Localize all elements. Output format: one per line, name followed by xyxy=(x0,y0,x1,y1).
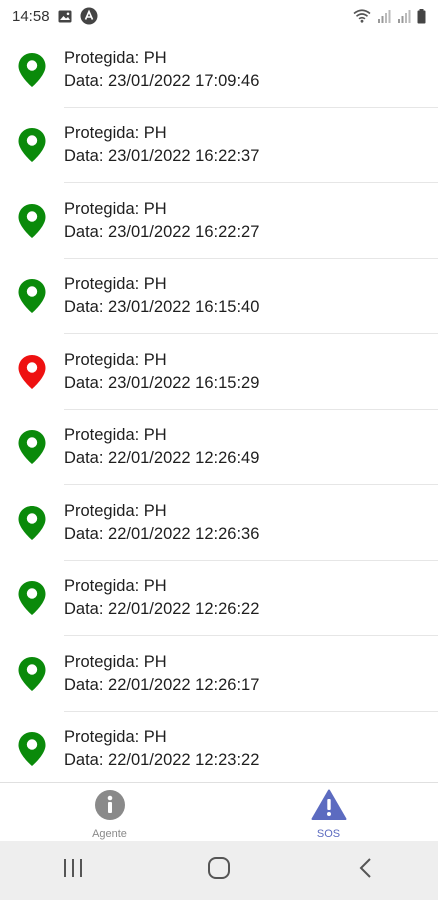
list-item[interactable]: Protegida: PH Data: 22/01/2022 12:26:17 xyxy=(0,636,438,712)
location-pin-icon xyxy=(17,429,47,465)
event-date-label: Data: 22/01/2022 12:26:36 xyxy=(64,524,260,543)
signal-icon xyxy=(377,9,391,23)
event-date-label: Data: 23/01/2022 16:22:37 xyxy=(64,147,260,166)
status-time: 14:58 xyxy=(12,7,50,25)
list-item[interactable]: Protegida: PH Data: 23/01/2022 16:15:29 xyxy=(0,334,438,410)
location-pin-icon xyxy=(17,52,47,88)
event-date-label: Data: 22/01/2022 12:26:49 xyxy=(64,449,260,468)
event-protected-label: Protegida: PH xyxy=(64,728,167,747)
event-text: Protegida: PH Data: 23/01/2022 16:15:29 xyxy=(64,349,259,395)
image-icon xyxy=(58,10,72,23)
event-protected-label: Protegida: PH xyxy=(64,577,167,596)
location-pin-icon xyxy=(17,278,47,314)
event-protected-label: Protegida: PH xyxy=(64,350,167,369)
nav-label-agente: Agente xyxy=(92,828,127,840)
list-item[interactable]: Protegida: PH Data: 22/01/2022 12:26:36 xyxy=(0,485,438,561)
event-text: Protegida: PH Data: 23/01/2022 16:22:27 xyxy=(64,198,259,244)
event-protected-label: Protegida: PH xyxy=(64,652,167,671)
event-protected-label: Protegida: PH xyxy=(64,275,167,294)
recents-button[interactable] xyxy=(43,851,103,891)
system-nav-bar xyxy=(0,841,438,900)
event-text: Protegida: PH Data: 22/01/2022 12:23:22 xyxy=(64,726,259,772)
info-icon xyxy=(94,789,126,826)
event-protected-label: Protegida: PH xyxy=(64,48,167,67)
location-pin-icon xyxy=(17,731,47,767)
location-pin-icon xyxy=(17,505,47,541)
list-item[interactable]: Protegida: PH Data: 22/01/2022 12:26:49 xyxy=(0,410,438,485)
signal-icon xyxy=(397,9,411,23)
nav-tab-agente[interactable]: Agente xyxy=(0,783,219,842)
home-icon xyxy=(207,856,231,885)
status-right xyxy=(353,8,426,24)
recents-icon xyxy=(62,858,84,883)
event-date-label: Data: 23/01/2022 16:15:29 xyxy=(64,373,260,392)
nav-label-sos: SOS xyxy=(316,828,341,840)
location-pin-icon xyxy=(17,354,47,390)
event-text: Protegida: PH Data: 23/01/2022 16:22:37 xyxy=(64,122,259,168)
warning-icon xyxy=(311,789,347,826)
wifi-icon xyxy=(353,9,371,23)
home-button[interactable] xyxy=(189,851,249,891)
event-text: Protegida: PH Data: 22/01/2022 12:26:22 xyxy=(64,575,259,621)
status-left: 14:58 xyxy=(12,7,98,25)
status-bar: 14:58 xyxy=(0,0,438,32)
event-date-label: Data: 23/01/2022 17:09:46 xyxy=(64,71,260,90)
event-date-label: Data: 23/01/2022 16:15:40 xyxy=(64,298,260,317)
event-protected-label: Protegida: PH xyxy=(64,426,167,445)
event-protected-label: Protegida: PH xyxy=(64,501,167,520)
event-text: Protegida: PH Data: 22/01/2022 12:26:36 xyxy=(64,500,259,546)
event-text: Protegida: PH Data: 23/01/2022 17:09:46 xyxy=(64,47,259,93)
list-item[interactable]: Protegida: PH Data: 23/01/2022 16:15:40 xyxy=(0,259,438,334)
event-protected-label: Protegida: PH xyxy=(64,199,167,218)
location-pin-icon xyxy=(17,203,47,239)
event-date-label: Data: 22/01/2022 12:23:22 xyxy=(64,751,260,770)
back-button[interactable] xyxy=(335,851,395,891)
location-pin-icon xyxy=(17,580,47,616)
list-item[interactable]: Protegida: PH Data: 23/01/2022 17:09:46 xyxy=(0,32,438,108)
location-pin-icon xyxy=(17,127,47,163)
back-icon xyxy=(358,857,372,884)
event-date-label: Data: 22/01/2022 12:26:22 xyxy=(64,600,260,619)
event-text: Protegida: PH Data: 23/01/2022 16:15:40 xyxy=(64,273,259,319)
app-icon xyxy=(80,7,98,25)
event-list[interactable]: Protegida: PH Data: 23/01/2022 17:09:46 Pr… xyxy=(0,32,438,782)
nav-tab-sos[interactable]: SOS xyxy=(219,783,438,842)
event-date-label: Data: 22/01/2022 12:26:17 xyxy=(64,675,260,694)
list-item[interactable]: Protegida: PH Data: 23/01/2022 16:22:27 xyxy=(0,183,438,259)
location-pin-icon xyxy=(17,656,47,692)
list-item[interactable]: Protegida: PH Data: 22/01/2022 12:26:22 xyxy=(0,561,438,636)
event-text: Protegida: PH Data: 22/01/2022 12:26:49 xyxy=(64,424,259,470)
list-item[interactable]: Protegida: PH Data: 23/01/2022 16:22:37 xyxy=(0,108,438,183)
event-protected-label: Protegida: PH xyxy=(64,124,167,143)
battery-icon xyxy=(417,8,426,24)
event-text: Protegida: PH Data: 22/01/2022 12:26:17 xyxy=(64,651,259,697)
list-item[interactable]: Protegida: PH Data: 22/01/2022 12:23:22 xyxy=(0,712,438,783)
event-date-label: Data: 23/01/2022 16:22:27 xyxy=(64,222,260,241)
bottom-nav: Agente SOS xyxy=(0,782,438,842)
